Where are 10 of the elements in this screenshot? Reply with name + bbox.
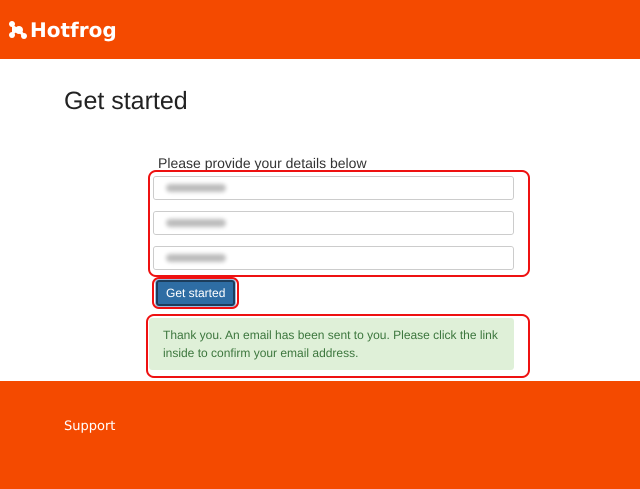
frog-logo-icon xyxy=(8,20,28,40)
success-message: Thank you. An email has been sent to you. Please click the link inside to confirm your email address. xyxy=(149,318,514,370)
page-title: Get started xyxy=(64,87,189,116)
form-label: Please provide your details below xyxy=(158,156,368,170)
support-link[interactable]: Support xyxy=(64,419,640,434)
input-field[interactable] xyxy=(153,211,514,235)
input-field[interactable] xyxy=(153,176,514,200)
input-field[interactable] xyxy=(153,246,514,270)
logo-text[interactable]: Hotfrog xyxy=(30,18,117,42)
get-started-button[interactable]: Get started xyxy=(156,280,236,306)
